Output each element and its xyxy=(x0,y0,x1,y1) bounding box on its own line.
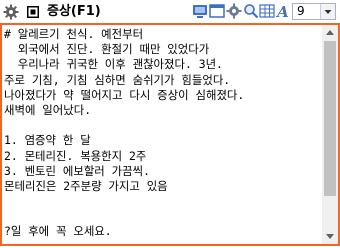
editor-line: 1. 염증약 한 달 xyxy=(4,133,91,148)
scroll-down-button[interactable] xyxy=(322,228,338,244)
monitor-icon[interactable] xyxy=(192,3,208,19)
grid-icon[interactable] xyxy=(259,3,275,19)
editor-line: 우리나라 귀국한 이후 괜찮아졌다. 3년. xyxy=(4,57,223,72)
scroll-thumb[interactable] xyxy=(324,41,336,196)
editor-line: 새벽에 일어났다. xyxy=(4,102,92,117)
window-title: 증상(F1) xyxy=(47,4,101,19)
editor-line: 외국에서 진단. 환절기 때만 있었다가 xyxy=(4,42,210,57)
font-size-value: 9 xyxy=(297,4,305,18)
settings-icon[interactable] xyxy=(226,3,242,19)
chevron-up-icon xyxy=(326,30,334,35)
symptom-editor[interactable]: # 알레르기 천식. 예전부터 외국에서 진단. 환절기 때만 있었다가 우리나… xyxy=(0,23,340,246)
font-size-select[interactable]: 9 xyxy=(292,3,336,20)
chevron-down-icon xyxy=(326,234,334,239)
scroll-up-button[interactable] xyxy=(322,25,338,41)
zoom-icon[interactable] xyxy=(243,3,259,19)
editor-line: ?일 후에 꼭 오세요. xyxy=(4,224,112,239)
editor-line: 주로 기침, 기침 심하면 숨쉬기가 힘들었다. xyxy=(4,72,231,87)
chevron-down-icon[interactable] xyxy=(320,4,335,19)
font-icon[interactable]: A xyxy=(275,3,291,21)
editor-line: 나아졌다가 약 떨어지고 다시 증상이 심해졌다. xyxy=(4,87,245,102)
editor-line: 3. 벤토린 에보할러 가끔씩. xyxy=(4,163,150,178)
title-bar: 증상(F1) A 9 xyxy=(0,0,340,24)
window-icon[interactable] xyxy=(209,3,225,19)
gear-icon[interactable] xyxy=(3,4,19,20)
editor-line: 2. 몬테리진. 복용한지 2주 xyxy=(4,148,147,163)
editor-line: # 알레르기 천식. 예전부터 xyxy=(4,27,144,41)
window-box-icon xyxy=(27,6,39,18)
vertical-scrollbar[interactable] xyxy=(322,25,338,244)
editor-text[interactable]: # 알레르기 천식. 예전부터 외국에서 진단. 환절기 때만 있었다가 우리나… xyxy=(4,27,318,240)
editor-line: 몬테리진은 2주분량 가지고 있음 xyxy=(4,178,168,193)
